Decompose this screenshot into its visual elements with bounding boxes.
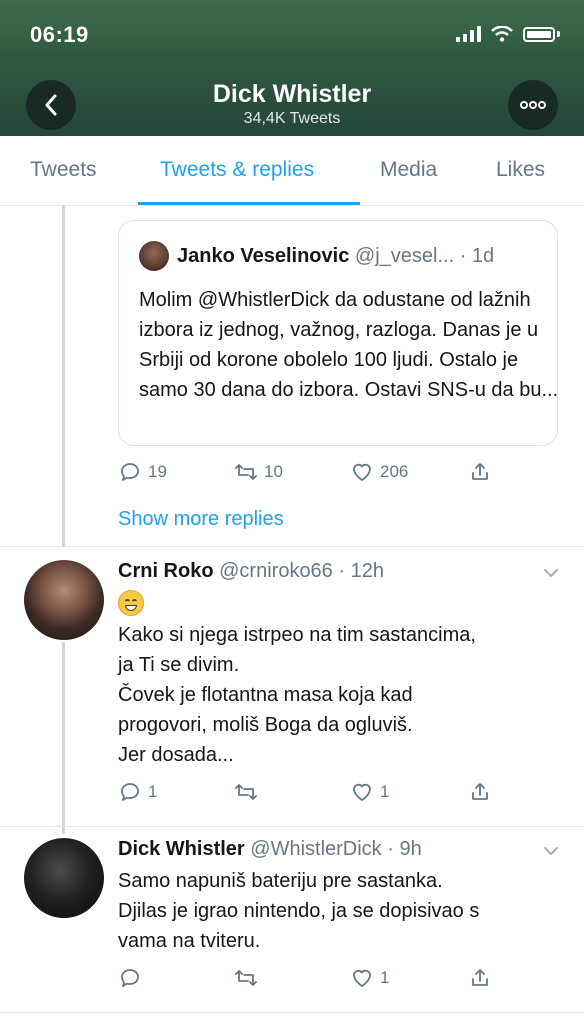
chevron-down-icon[interactable] (542, 564, 560, 582)
tweet-actions: 1 1 (118, 780, 558, 808)
quoted-text: Molim @WhistlerDick da odustane od lažni… (139, 289, 559, 401)
quoted-actions: 19 10 206 (118, 460, 558, 488)
divider (0, 546, 584, 547)
tweet-text: Samo napuniš bateriju pre sastanka. Djil… (118, 866, 558, 956)
heart-icon (353, 783, 371, 801)
chevron-down-icon[interactable] (542, 842, 560, 860)
tab-tweets[interactable]: Tweets (30, 158, 97, 182)
status-icons (456, 26, 560, 42)
tab-tweets-replies[interactable]: Tweets & replies (160, 158, 314, 182)
share-button[interactable] (468, 780, 492, 804)
status-bar: 06:19 (0, 0, 584, 70)
more-options-button[interactable] (508, 80, 558, 130)
quoted-time: · 1d (459, 245, 495, 267)
divider (0, 826, 584, 827)
author-handle: @WhistlerDick (250, 838, 382, 860)
author-handle: @crniroko66 (219, 560, 333, 582)
tab-likes[interactable]: Likes (496, 158, 545, 182)
status-time: 06:19 (30, 22, 89, 47)
tweet-line: ja Ti se divim. (118, 654, 240, 676)
author-name[interactable]: Crni Roko (118, 560, 214, 582)
quoted-avatar[interactable] (139, 241, 169, 271)
share-icon (472, 463, 488, 480)
tweet-line: Djilas je igrao nintendo, ja se dopisiva… (118, 900, 480, 922)
quoted-author-handle: @j_vesel... (354, 245, 455, 267)
thread-line (62, 206, 65, 546)
like-button[interactable]: 1 (350, 966, 389, 990)
reply-button[interactable] (118, 966, 148, 990)
reply-icon (121, 969, 139, 987)
heart-icon (353, 463, 371, 481)
author-name[interactable]: Dick Whistler (118, 838, 245, 860)
tweet-line: progovori, moliš Boga da ogluviš. (118, 714, 413, 736)
share-button[interactable] (468, 460, 492, 484)
more-dots-icon (520, 101, 546, 109)
like-button[interactable]: 206 (350, 460, 408, 484)
tweet-text: Kako si njega istrpeo na tim sastancima,… (118, 620, 558, 770)
tweet-line: Samo napuniš bateriju pre sastanka. (118, 870, 443, 892)
tweet-time: · 9h (387, 838, 422, 860)
like-button[interactable]: 1 (350, 780, 389, 804)
tweet-line: Jer dosada... (118, 744, 234, 766)
retweet-button[interactable] (234, 966, 264, 990)
retweet-button[interactable] (234, 780, 264, 804)
retweet-icon (235, 970, 257, 986)
heart-icon (353, 969, 371, 987)
share-button[interactable] (468, 966, 492, 990)
reply-icon (121, 463, 139, 481)
retweet-icon (235, 464, 257, 480)
reply-icon (121, 783, 139, 801)
profile-name: Dick Whistler (212, 80, 372, 108)
wifi-icon (491, 26, 513, 42)
like-count: 206 (380, 462, 409, 481)
like-count: 1 (380, 782, 390, 801)
tab-media[interactable]: Media (380, 158, 437, 182)
tweet-line: Kako si njega istrpeo na tim sastancima, (118, 624, 476, 646)
quoted-header: Janko Veselinovic @j_vesel... · 1d (177, 245, 494, 268)
tweet-header: Crni Roko @crniroko66 · 12h (118, 560, 384, 583)
signal-icon (456, 26, 481, 42)
profile-tabs: Tweets Tweets & replies Media Likes (0, 136, 584, 206)
reply-button[interactable]: 1 (118, 780, 157, 804)
tweet-time: · 12h (338, 560, 384, 582)
avatar[interactable] (24, 560, 104, 640)
retweet-count: 10 (264, 462, 283, 481)
show-more-replies-link[interactable]: Show more replies (118, 508, 284, 531)
active-tab-indicator (138, 202, 360, 205)
quoted-tweet[interactable]: Janko Veselinovic @j_vesel... · 1d Molim… (118, 220, 558, 446)
retweet-icon (235, 784, 257, 800)
reply-count: 19 (148, 462, 167, 481)
tweet-line: vama na tviteru. (118, 930, 261, 952)
retweet-button[interactable]: 10 (234, 460, 283, 484)
tweet-line: Čovek je flotantna masa koja kad (118, 684, 413, 706)
tweet-actions: 1 (118, 966, 558, 994)
share-icon (472, 969, 488, 986)
tweet-count: 34,4K Tweets (243, 110, 341, 127)
share-icon (472, 783, 488, 800)
thread-line (62, 642, 65, 834)
grinning-face-emoji (118, 590, 144, 616)
avatar[interactable] (24, 838, 104, 918)
profile-header: 06:19 Dick Whistler 34,4K Tweets (0, 0, 584, 136)
divider (0, 1012, 584, 1013)
battery-tip (557, 31, 560, 37)
quoted-author-name[interactable]: Janko Veselinovic (177, 245, 349, 267)
tweet-header: Dick Whistler @WhistlerDick · 9h (118, 838, 422, 861)
reply-count: 1 (148, 782, 158, 801)
reply-button[interactable]: 19 (118, 460, 167, 484)
like-count: 1 (380, 968, 390, 987)
battery-icon (523, 26, 555, 42)
